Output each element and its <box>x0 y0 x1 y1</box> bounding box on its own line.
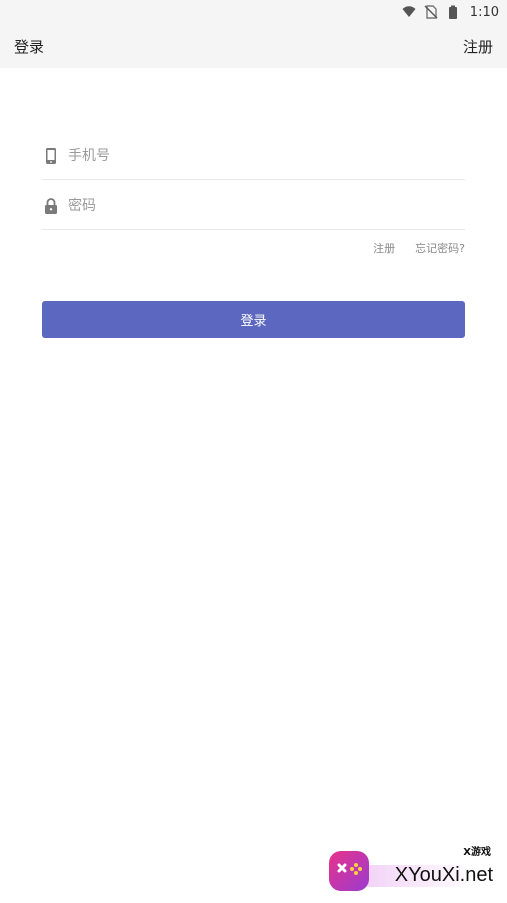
no-sim-icon <box>424 5 438 19</box>
watermark-text: XYouXi.net <box>394 864 493 886</box>
register-action-button[interactable]: 注册 <box>463 36 493 57</box>
status-bar: 1:10 <box>0 0 507 24</box>
status-time: 1:10 <box>469 4 499 20</box>
login-form: 注册 忘记密码? <box>42 132 465 256</box>
top-app-bar: 登录 注册 <box>0 24 507 68</box>
phone-icon <box>42 147 60 165</box>
battery-icon <box>446 5 460 19</box>
phone-input[interactable] <box>68 140 465 171</box>
wifi-icon <box>402 5 416 19</box>
watermark: X游戏 XYouXi.net <box>329 843 499 893</box>
password-input[interactable] <box>68 190 465 221</box>
lock-icon <box>42 197 60 215</box>
forgot-password-link[interactable]: 忘记密码? <box>415 240 465 256</box>
login-button[interactable]: 登录 <box>42 301 465 338</box>
gamepad-logo-icon <box>329 851 369 891</box>
login-screen: 1:10 登录 注册 手机号 注册 忘记密码? 登录 X游戏 XYouXi.ne… <box>0 0 507 903</box>
page-title: 登录 <box>14 37 45 56</box>
watermark-subtitle: X游戏 <box>463 847 491 858</box>
form-links: 注册 忘记密码? <box>42 240 465 256</box>
password-field[interactable] <box>42 182 465 230</box>
phone-field[interactable] <box>42 132 465 180</box>
register-link[interactable]: 注册 <box>373 240 395 256</box>
